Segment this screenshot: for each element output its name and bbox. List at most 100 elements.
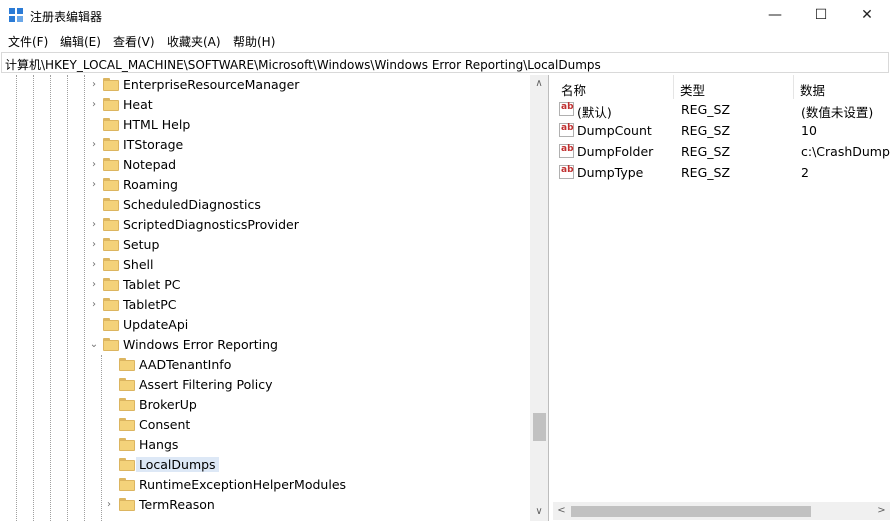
tree-item[interactable]: AADTenantInfo <box>0 355 530 375</box>
tree-item[interactable]: › Shell <box>0 255 530 275</box>
scroll-left-arrow-icon[interactable]: < <box>553 502 570 520</box>
value-name: DumpFolder <box>577 144 654 159</box>
tree-item[interactable]: › TabletPC <box>0 295 530 315</box>
tree-item-label: LocalDumps <box>136 457 219 472</box>
value-row[interactable]: ab DumpFolder REG_SZ c:\CrashDump <box>553 141 890 162</box>
folder-icon <box>103 178 119 191</box>
title-bar: 注册表编辑器 — ☐ ✕ <box>0 0 890 31</box>
expand-chevron-icon[interactable]: › <box>88 259 100 271</box>
expand-chevron-icon[interactable]: › <box>88 139 100 151</box>
scroll-up-arrow-icon[interactable]: ∧ <box>530 75 548 92</box>
folder-icon <box>103 198 119 211</box>
tree-item-label: ScriptedDiagnosticsProvider <box>123 217 299 232</box>
tree-item-label: ScheduledDiagnostics <box>123 197 261 212</box>
address-path: 计算机\HKEY_LOCAL_MACHINE\SOFTWARE\Microsof… <box>5 58 601 72</box>
folder-icon <box>103 238 119 251</box>
value-row[interactable]: ab DumpType REG_SZ 2 <box>553 162 890 183</box>
tree-item[interactable]: › ITStorage <box>0 135 530 155</box>
value-type: REG_SZ <box>681 123 731 138</box>
column-header-name[interactable]: 名称 <box>561 80 586 99</box>
expand-chevron-icon[interactable]: › <box>88 159 100 171</box>
folder-icon <box>103 278 119 291</box>
string-value-icon: ab <box>559 123 574 137</box>
tree-item-label: TermReason <box>139 497 215 512</box>
expand-chevron-icon[interactable]: › <box>88 179 100 191</box>
folder-icon <box>119 478 135 491</box>
tree-item-label: Notepad <box>123 157 177 172</box>
tree-item[interactable]: › Tablet PC <box>0 275 530 295</box>
folder-icon <box>119 378 135 391</box>
expand-chevron-icon <box>103 459 115 471</box>
menu-view[interactable]: 查看(V) <box>113 33 155 50</box>
expand-chevron-icon[interactable]: › <box>88 279 100 291</box>
close-button[interactable]: ✕ <box>844 0 890 31</box>
tree-item[interactable]: › Setup <box>0 235 530 255</box>
value-data: c:\CrashDump <box>801 144 890 159</box>
folder-icon <box>119 458 135 471</box>
tree-item-label: Consent <box>139 417 191 432</box>
tree-scroll-thumb[interactable] <box>533 413 546 441</box>
folder-icon <box>103 298 119 311</box>
expand-chevron-icon <box>103 359 115 371</box>
menu-edit[interactable]: 编辑(E) <box>60 33 101 50</box>
tree-item[interactable]: › Roaming <box>0 175 530 195</box>
collapse-chevron-icon[interactable]: ⌄ <box>88 339 100 351</box>
tree-item[interactable]: BrokerUp <box>0 395 530 415</box>
menu-help[interactable]: 帮助(H) <box>233 33 275 50</box>
tree-item[interactable]: HTML Help <box>0 115 530 135</box>
value-type: REG_SZ <box>681 102 731 117</box>
expand-chevron-icon <box>103 479 115 491</box>
tree-item-label: Heat <box>123 97 153 112</box>
menu-file[interactable]: 文件(F) <box>8 33 48 50</box>
expand-chevron-icon[interactable]: › <box>103 499 115 511</box>
folder-icon <box>119 498 135 511</box>
expand-chevron-icon[interactable]: › <box>88 239 100 251</box>
tree-item-label: HTML Help <box>123 117 191 132</box>
tree-item-label: BrokerUp <box>139 397 197 412</box>
tree-vertical-scrollbar[interactable]: ∧ ∨ <box>530 75 548 521</box>
menu-bar: 文件(F) 编辑(E) 查看(V) 收藏夹(A) 帮助(H) <box>0 31 890 51</box>
expand-chevron-icon <box>88 319 100 331</box>
scroll-right-arrow-icon[interactable]: > <box>873 502 890 520</box>
value-name: DumpCount <box>577 123 652 138</box>
tree-item[interactable]: › EnterpriseResourceManager <box>0 75 530 95</box>
tree-item[interactable]: › Heat <box>0 95 530 115</box>
expand-chevron-icon[interactable]: › <box>88 299 100 311</box>
tree-item[interactable]: › TermReason <box>0 495 530 515</box>
scroll-down-arrow-icon[interactable]: ∨ <box>530 503 548 520</box>
values-list[interactable]: 名称 类型 数据 ab (默认) REG_SZ (数值未设置) ab DumpCount R… <box>553 75 890 521</box>
values-horizontal-scrollbar[interactable]: < > <box>553 502 890 520</box>
value-name: (默认) <box>577 105 612 120</box>
column-header-data[interactable]: 数据 <box>800 80 825 99</box>
tree-item[interactable]: Hangs <box>0 435 530 455</box>
expand-chevron-icon[interactable]: › <box>88 99 100 111</box>
value-row[interactable]: ab DumpCount REG_SZ 10 <box>553 120 890 141</box>
minimize-button[interactable]: — <box>752 0 798 31</box>
tree-item-label: Windows Error Reporting <box>123 337 278 352</box>
value-row[interactable]: ab (默认) REG_SZ (数值未设置) <box>553 99 890 120</box>
tree-item[interactable]: › ScriptedDiagnosticsProvider <box>0 215 530 235</box>
values-scroll-thumb[interactable] <box>571 506 811 517</box>
tree-item[interactable]: › Notepad <box>0 155 530 175</box>
column-header-type[interactable]: 类型 <box>680 80 705 99</box>
maximize-button[interactable]: ☐ <box>798 0 844 31</box>
address-bar[interactable]: 计算机\HKEY_LOCAL_MACHINE\SOFTWARE\Microsof… <box>1 52 889 73</box>
string-value-icon: ab <box>559 144 574 158</box>
tree-item-label: Tablet PC <box>123 277 181 292</box>
tree-item[interactable]: ScheduledDiagnostics <box>0 195 530 215</box>
expand-chevron-icon <box>103 419 115 431</box>
registry-tree[interactable]: › EnterpriseResourceManager › Heat HTML Help… <box>0 75 549 521</box>
tree-item[interactable]: UpdateApi <box>0 315 530 335</box>
tree-item[interactable]: RuntimeExceptionHelperModules <box>0 475 530 495</box>
expand-chevron-icon <box>103 399 115 411</box>
tree-item[interactable]: Assert Filtering Policy <box>0 375 530 395</box>
expand-chevron-icon[interactable]: › <box>88 219 100 231</box>
menu-favorites[interactable]: 收藏夹(A) <box>167 33 221 50</box>
string-value-icon: ab <box>559 165 574 179</box>
folder-icon <box>103 78 119 91</box>
tree-item[interactable]: Consent <box>0 415 530 435</box>
expand-chevron-icon[interactable]: › <box>88 79 100 91</box>
tree-item[interactable]: ⌄ Windows Error Reporting <box>0 335 530 355</box>
tree-item[interactable]: LocalDumps <box>0 455 530 475</box>
folder-icon <box>103 138 119 151</box>
